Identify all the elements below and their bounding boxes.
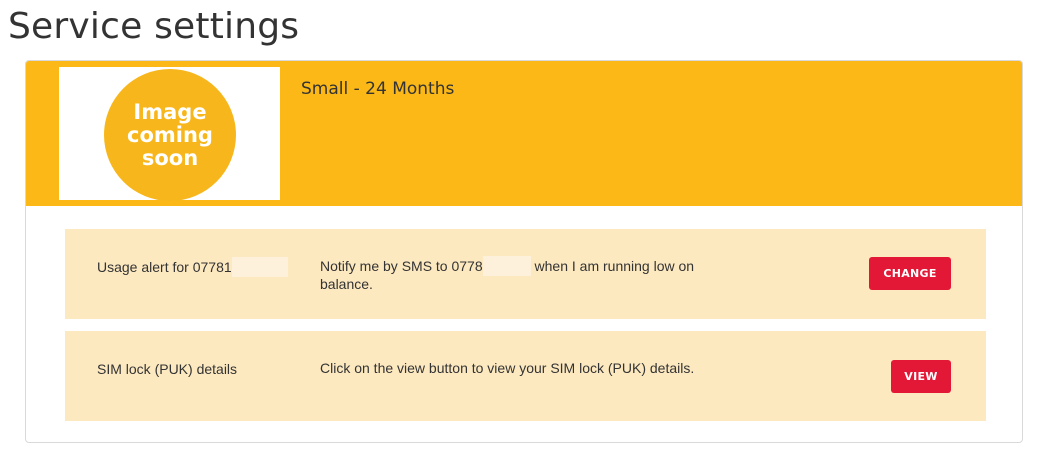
image-placeholder-circle: Image coming soon	[104, 69, 236, 201]
change-button[interactable]: CHANGE	[869, 257, 951, 290]
sim-lock-row: SIM lock (PUK) details Click on the view…	[65, 331, 986, 421]
usage-alert-desc-prefix: Notify me by SMS to 0778	[320, 258, 483, 274]
sim-lock-description: Click on the view button to view your SI…	[320, 360, 695, 376]
view-button[interactable]: VIEW	[891, 360, 951, 393]
image-placeholder-text: Image coming soon	[127, 99, 213, 170]
sim-lock-label: SIM lock (PUK) details	[97, 361, 238, 377]
plan-name: Small - 24 Months	[301, 79, 455, 99]
page-title: Service settings	[8, 6, 300, 47]
usage-alert-label-text: Usage alert for 07781	[97, 259, 232, 275]
usage-alert-label: Usage alert for 07781	[97, 256, 288, 277]
plan-header: Image coming soon Small - 24 Months	[26, 61, 1022, 206]
product-image: Image coming soon	[59, 67, 280, 201]
usage-alert-row: Usage alert for 07781 Notify me by SMS t…	[65, 229, 986, 319]
usage-alert-description: Notify me by SMS to 0778 when I am runni…	[320, 255, 720, 292]
masked-number	[482, 255, 531, 276]
masked-number	[231, 256, 288, 277]
service-card: Image coming soon Small - 24 Months Usag…	[25, 60, 1023, 443]
